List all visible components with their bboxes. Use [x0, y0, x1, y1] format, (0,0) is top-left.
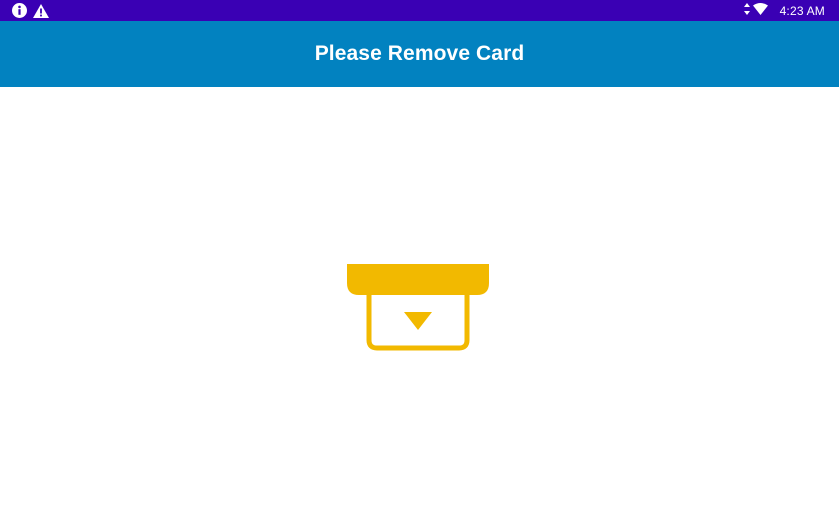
status-right-icons: 4:23 AM: [743, 2, 825, 20]
status-time: 4:23 AM: [779, 3, 825, 18]
remove-card-icon: [347, 264, 489, 357]
status-left-icons: [12, 3, 49, 18]
page-title: Please Remove Card: [314, 42, 525, 65]
warning-icon: [33, 3, 49, 18]
info-icon: [12, 3, 27, 18]
main-content: [0, 87, 839, 527]
wifi-icon: [752, 2, 768, 20]
app-bar: Please Remove Card: [0, 21, 839, 87]
data-arrows-icon: [743, 2, 751, 20]
status-bar: 4:23 AM: [0, 0, 839, 21]
